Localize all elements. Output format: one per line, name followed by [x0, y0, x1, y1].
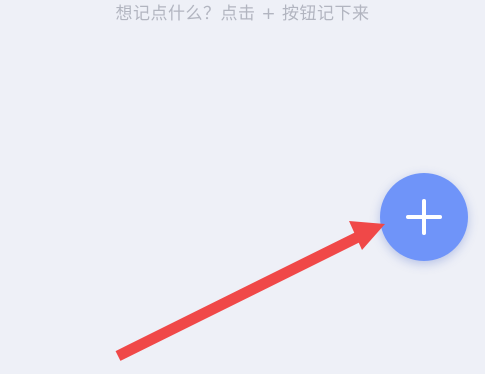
add-note-button[interactable] — [380, 173, 468, 261]
notes-screen: 想记点什么？点击 + 按钮记下来 — [0, 0, 485, 374]
empty-state-hint: 想记点什么？点击 + 按钮记下来 — [115, 4, 370, 24]
plus-icon — [406, 199, 442, 235]
